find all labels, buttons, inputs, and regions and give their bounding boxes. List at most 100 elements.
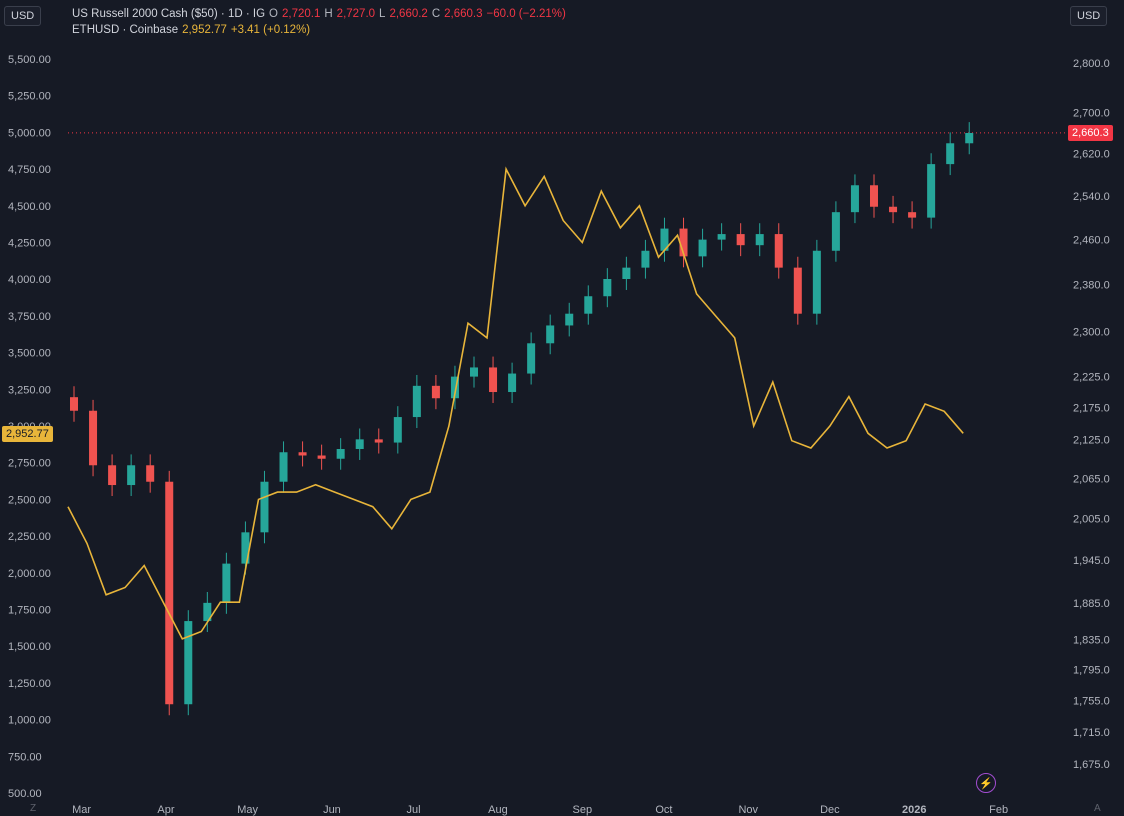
candle-body [184,621,193,705]
right-tick-label: 2,005.0 [1073,514,1110,526]
candle-body [850,185,859,213]
time-tick-label: Sep [572,804,592,816]
right-tick-label: 1,715.0 [1073,727,1110,739]
candle-body [889,206,898,213]
time-tick-label: Mar [72,804,91,816]
high-value: 2,727.0 [336,8,376,20]
candle-body [146,465,155,482]
candle-body [755,234,764,246]
right-tick-label: 2,225.0 [1073,372,1110,384]
candle-body [793,267,802,314]
candle-body [298,452,307,456]
time-zone-corner[interactable]: Z [30,803,36,814]
left-tick-label: 3,250.00 [8,384,51,396]
time-tick-label: 2026 [902,804,926,816]
left-tick-label: 1,500.00 [8,641,51,653]
candle-body [165,481,174,705]
right-tick-label: 1,835.0 [1073,635,1110,647]
right-tick-label: 1,945.0 [1073,555,1110,567]
right-axis: 2,800.0 2,700.0 2,620.0 2,540.0 2,460.0 2,380… [1073,58,1110,771]
candle-body [565,313,574,326]
candle-body [603,279,612,297]
right-tick-label: 2,460.0 [1073,235,1110,247]
right-tick-label: 2,620.0 [1073,149,1110,161]
time-tick-label: Jul [407,804,421,816]
right-tick-label: 2,700.0 [1073,108,1110,120]
ethusd-line [67,166,964,640]
left-tick-label: 750.00 [8,751,42,763]
left-tick-label: 2,000.00 [8,568,51,580]
candle-body [927,164,936,218]
secondary-price: 2,952.77 [182,24,227,36]
left-currency-selector[interactable]: USD [4,6,42,26]
candle-body [869,185,878,207]
left-tick-label: 5,000.00 [8,127,51,139]
auto-scale-corner[interactable]: A [1094,803,1101,814]
candle-body [546,325,555,344]
right-tick-label: 2,125.0 [1073,434,1110,446]
candle-body [527,343,536,374]
candle-body [641,250,650,268]
time-axis: Mar Apr May Jun Jul Aug Sep Oct Nov Dec 2026 Feb [72,804,1008,816]
left-tick-label: 5,500.00 [8,54,51,66]
lightning-icon[interactable]: ⚡ [976,773,996,793]
candle-body [222,563,231,603]
legend-secondary[interactable]: ETHUSD · Coinbase 2,952.77 +3.41 (+0.12%… [72,22,566,38]
right-tick-label: 1,795.0 [1073,665,1110,677]
right-tick-label: 2,065.0 [1073,473,1110,485]
candle-body [89,410,98,466]
left-tick-label: 2,750.00 [8,458,51,470]
candle-body [717,234,726,240]
high-label: H [324,8,333,20]
candle-body [774,234,783,268]
candle-body [622,267,631,280]
left-tick-label: 500.00 [8,788,42,800]
time-tick-label: Dec [820,804,840,816]
legend-primary[interactable]: US Russell 2000 Cash ($50) · 1D · IG O 2,… [72,6,566,22]
time-tick-label: Apr [157,804,174,816]
candle-body [412,385,421,418]
left-tick-label: 1,000.00 [8,715,51,727]
time-tick-label: Nov [738,804,758,816]
left-tick-label: 3,500.00 [8,348,51,360]
candle-body [469,367,478,377]
left-tick-label: 2,250.00 [8,531,51,543]
left-tick-label: 4,250.00 [8,238,51,250]
left-tick-label: 3,750.00 [8,311,51,323]
candle-body [336,449,345,459]
candle-body [584,296,593,314]
candle-body [736,234,745,246]
right-tick-label: 2,800.0 [1073,58,1110,70]
right-tick-label: 2,540.0 [1073,191,1110,203]
time-tick-label: Oct [655,804,672,816]
candle-body [317,455,326,459]
left-tick-label: 4,000.00 [8,274,51,286]
candle-body [489,367,498,393]
left-tick-label: 4,500.00 [8,201,51,213]
open-value: 2,720.1 [281,8,321,20]
right-currency-selector[interactable]: USD [1070,6,1108,26]
left-tick-label: 1,250.00 [8,678,51,690]
low-label: L [379,8,386,20]
candle-body [374,439,383,443]
candle-body [831,212,840,251]
candle-body [108,465,117,486]
candle-body [127,465,136,486]
time-tick-label: Jun [323,804,341,816]
low-value: 2,660.2 [389,8,428,20]
eth-price-tag: 2,952.77 [2,426,53,442]
candle-body [965,132,974,144]
chart-canvas[interactable]: 5,500.00 5,250.00 5,000.00 4,750.00 4,500.00… [0,0,1124,816]
right-tick-label: 1,755.0 [1073,695,1110,707]
candle-body [431,385,440,399]
left-tick-label: 1,750.00 [8,605,51,617]
right-tick-label: 2,380.0 [1073,280,1110,292]
primary-symbol: US Russell 2000 Cash ($50) · 1D · IG [72,8,266,20]
close-label: C [431,8,441,20]
right-tick-label: 1,675.0 [1073,759,1110,771]
time-tick-label: May [237,804,258,816]
candle-body [812,250,821,314]
candle-body [279,452,288,482]
candle-body [508,373,517,393]
left-tick-label: 4,750.00 [8,164,51,176]
